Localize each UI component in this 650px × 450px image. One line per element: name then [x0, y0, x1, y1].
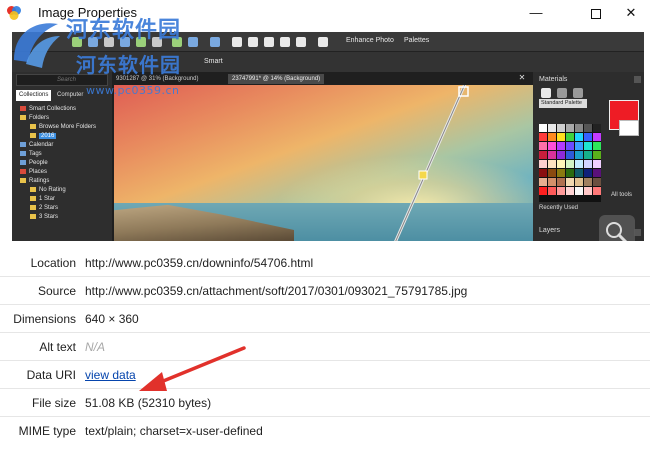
- property-row-alt-text: Alt text N/A: [0, 333, 650, 361]
- toolbar-icon: [232, 37, 242, 47]
- tree-item: No Rating: [30, 186, 66, 195]
- tree-item: 2 Stars: [30, 204, 58, 213]
- property-label: Dimensions: [13, 312, 76, 326]
- palette-select: Standard Palette: [539, 99, 587, 108]
- source-value[interactable]: http://www.pc0359.cn/attachment/soft/201…: [85, 277, 467, 305]
- tree-item: Ratings: [20, 177, 49, 186]
- panel-close-icon: [634, 229, 641, 236]
- property-label: MIME type: [18, 424, 76, 438]
- materials-title: Materials: [539, 76, 568, 83]
- organizer-panel: Search Collections Computer Smart Collec…: [12, 72, 112, 241]
- property-row-source: Source http://www.pc0359.cn/attachment/s…: [0, 277, 650, 305]
- toolbar-icon: [264, 37, 274, 47]
- property-row-location: Location http://www.pc0359.cn/downinfo/5…: [0, 249, 650, 277]
- tree-item: 3 Stars: [30, 213, 58, 222]
- property-label: Source: [37, 284, 76, 298]
- watermark-url: www.pc0359.cn: [86, 84, 180, 97]
- materials-icon: [541, 88, 551, 98]
- materials-icon: [557, 88, 567, 98]
- property-label: Data URI: [26, 368, 76, 382]
- property-row-mime-type: MIME type text/plain; charset=x-user-def…: [0, 417, 650, 445]
- tree-item: Folders: [20, 114, 49, 123]
- panel-close-icon: [634, 76, 641, 83]
- tree-item: Calendar: [20, 141, 53, 150]
- tree-item: Smart Collections: [20, 105, 76, 114]
- watermark-logo: [14, 23, 60, 68]
- palettes-menu: Palettes: [404, 37, 430, 44]
- property-label: Alt text: [39, 340, 76, 354]
- enhance-photo-menu: Enhance Photo: [346, 37, 394, 44]
- document-area: 9301287 @ 31% (Background) 23747991* @ 1…: [112, 72, 534, 241]
- close-button[interactable]: ✕: [608, 0, 650, 26]
- all-tools-label: All tools: [611, 192, 633, 198]
- dimensions-value: 640 × 360: [85, 312, 139, 326]
- location-value[interactable]: http://www.pc0359.cn/downinfo/54706.html: [85, 249, 313, 277]
- toolbar-icon: [248, 37, 258, 47]
- property-row-dimensions: Dimensions 640 × 360: [0, 305, 650, 333]
- layers-title: Layers: [539, 227, 561, 234]
- materials-icon: [573, 88, 583, 98]
- organizer-tab-collections: Collections: [16, 90, 52, 101]
- property-row-data-uri: Data URI view data: [0, 361, 650, 389]
- document-close-icon: ✕: [518, 73, 526, 82]
- gradient-tool-line: [394, 85, 469, 241]
- property-row-file-size: File size 51.08 KB (52310 bytes): [0, 389, 650, 417]
- tree-item: 2016: [30, 132, 57, 141]
- property-label: File size: [31, 396, 76, 410]
- sunset-photo: [114, 85, 534, 241]
- property-label: Location: [30, 256, 76, 270]
- recently-used-label: Recently Used: [539, 205, 579, 211]
- file-size-value: 51.08 KB (52310 bytes): [85, 396, 212, 410]
- view-data-link[interactable]: view data: [85, 361, 136, 389]
- mime-type-value: text/plain; charset=x-user-defined: [85, 424, 263, 438]
- tree-item: Places: [20, 168, 47, 177]
- toolbar2-label: Smart: [204, 58, 223, 65]
- tree-item: 1 Star: [30, 195, 55, 204]
- organizer-tab-computer: Computer: [57, 92, 84, 98]
- toolbar-icon: [296, 37, 306, 47]
- background-color-swatch: [619, 120, 639, 136]
- magnifier-icon: [599, 215, 635, 241]
- gradient-handle-mid: [418, 170, 428, 180]
- tree-item: Tags: [20, 150, 42, 159]
- minimize-button[interactable]: —: [513, 0, 559, 26]
- toolbar-icon: [280, 37, 290, 47]
- tree-item: Browse More Folders: [30, 123, 96, 132]
- watermark-text: 河东软件园: [66, 18, 182, 43]
- alt-text-value: N/A: [85, 340, 106, 354]
- toolbar-icon: [318, 37, 328, 47]
- watermark-text: 河东软件园: [76, 53, 181, 77]
- maximize-icon: [591, 8, 601, 19]
- tree-item: People: [20, 159, 48, 168]
- toolbar-icon: [188, 37, 198, 47]
- toolbar-icon: [210, 37, 220, 47]
- color-swatch-grid: [539, 124, 601, 202]
- document-tab-active: 23747991* @ 14% (Background): [228, 74, 325, 84]
